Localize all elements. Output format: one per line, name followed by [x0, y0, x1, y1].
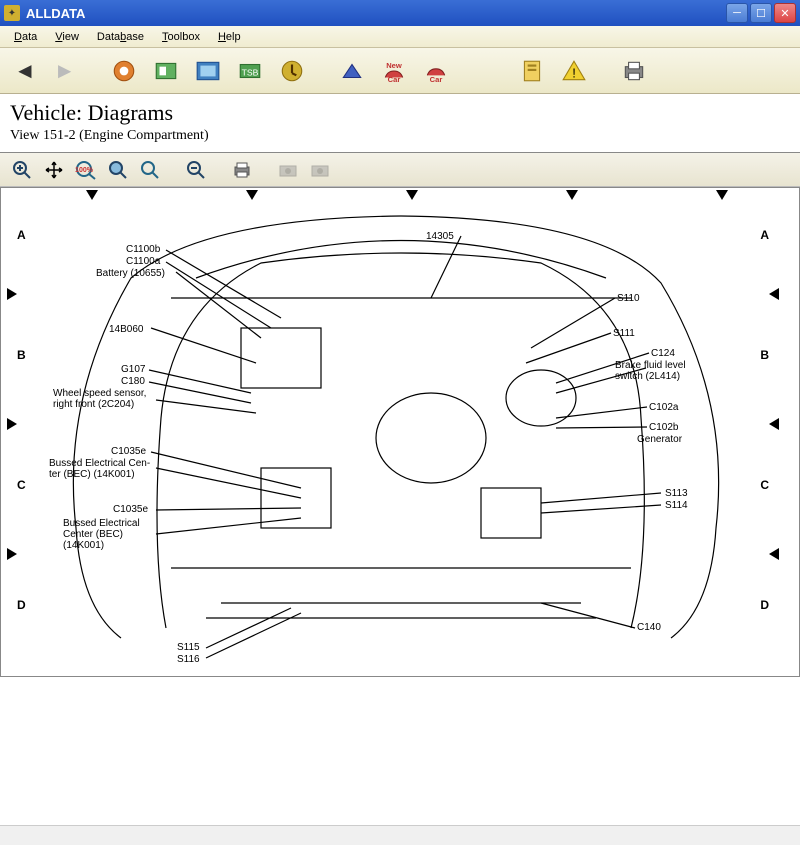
maximize-button[interactable]: ☐	[750, 3, 772, 23]
callout-battery: Battery (10655)	[96, 268, 165, 279]
callout-n14b060: 14B060	[109, 324, 143, 335]
engine-diagram-svg	[1, 188, 800, 677]
callout-c180: C180	[121, 376, 145, 387]
zoom-fit-button[interactable]: 100%	[72, 157, 100, 183]
callout-g107: G107	[121, 364, 145, 375]
svg-text:Car: Car	[387, 74, 400, 83]
close-button[interactable]: ✕	[774, 3, 796, 23]
callout-bec1: Bussed Electrical Cen-ter (BEC) (14K001)	[49, 458, 150, 480]
back-button[interactable]: ◄	[8, 58, 42, 84]
callout-c124: C124	[651, 348, 675, 359]
zoom-out-button[interactable]	[182, 157, 210, 183]
callout-gen: Generator	[637, 434, 682, 445]
svg-text:100%: 100%	[75, 167, 94, 174]
toolbar-icon-warning[interactable]: !	[556, 53, 592, 89]
toolbar-icon-notes[interactable]	[514, 53, 550, 89]
callout-bec2: Bussed ElectricalCenter (BEC)(14K001)	[63, 518, 140, 551]
callout-c140: C140	[637, 622, 661, 633]
svg-text:TSB: TSB	[241, 67, 258, 77]
svg-text:Car: Car	[429, 74, 442, 83]
callout-c1100a: C1100a	[126, 256, 160, 267]
app-icon: ✦	[4, 5, 20, 21]
svg-text:!: !	[572, 65, 576, 80]
print-button[interactable]	[616, 53, 652, 89]
menubar: Data View Database Toolbox Help	[0, 26, 800, 48]
toolbar-icon-1[interactable]	[106, 53, 142, 89]
callout-wsp: Wheel speed sensor,right front (2C204)	[53, 388, 146, 410]
callout-s114: S114	[665, 500, 688, 511]
toolbar-icon-3[interactable]	[190, 53, 226, 89]
row-c-right: C	[760, 478, 769, 492]
row-d-right: D	[760, 598, 769, 612]
diagram-pane[interactable]: A B C D A B C D C1100bC1100aBattery (106…	[0, 187, 800, 677]
zoom-region-button[interactable]	[104, 157, 132, 183]
zoom-tool-button[interactable]	[136, 157, 164, 183]
callout-s110: S110	[617, 293, 640, 304]
row-a-right: A	[760, 228, 769, 242]
minimize-button[interactable]: ─	[726, 3, 748, 23]
statusbar	[0, 825, 800, 845]
callout-c1035e: C1035e	[111, 446, 146, 457]
callout-s115: S115	[177, 642, 200, 653]
main-toolbar: ◄ ► TSB New Car Car !	[0, 48, 800, 94]
callout-c1035e2: C1035e	[113, 504, 148, 515]
toolbar-icon-4[interactable]: TSB	[232, 53, 268, 89]
menu-data[interactable]: Data	[6, 29, 45, 45]
callout-c1100b: C1100b	[126, 244, 160, 255]
print-diagram-button[interactable]	[228, 157, 256, 183]
callout-s116: S116	[177, 654, 200, 665]
callout-s113: S113	[665, 488, 688, 499]
titlebar: ✦ ALLDATA ─ ☐ ✕	[0, 0, 800, 26]
row-c-left: C	[17, 478, 26, 492]
car-button[interactable]: Car	[418, 53, 454, 89]
zoom-in-button[interactable]	[8, 157, 36, 183]
menu-help[interactable]: Help	[210, 29, 249, 45]
page-subtitle: View 151-2 (Engine Compartment)	[10, 128, 790, 144]
content-header: Vehicle: Diagrams View 151-2 (Engine Com…	[0, 94, 800, 153]
row-a-left: A	[17, 228, 26, 242]
menu-view[interactable]: View	[47, 29, 87, 45]
forward-button[interactable]: ►	[48, 58, 82, 84]
menu-database[interactable]: Database	[89, 29, 152, 45]
page-title: Vehicle: Diagrams	[10, 100, 790, 126]
callout-n14305: 14305	[426, 231, 454, 242]
row-b-right: B	[760, 348, 769, 362]
toolbar-icon-6[interactable]	[334, 53, 370, 89]
callout-s111: S111	[613, 328, 635, 339]
row-b-left: B	[17, 348, 26, 362]
viewer-toolbar: 100%	[0, 153, 800, 187]
callout-c102b: C102b	[649, 422, 678, 433]
callout-bfl: Brake fluid levelswitch (2L414)	[615, 360, 686, 382]
menu-toolbox[interactable]: Toolbox	[154, 29, 208, 45]
camera-button-1	[274, 157, 302, 183]
toolbar-icon-2[interactable]	[148, 53, 184, 89]
svg-text:New: New	[386, 60, 402, 69]
camera-button-2	[306, 157, 334, 183]
pan-button[interactable]	[40, 157, 68, 183]
toolbar-icon-5[interactable]	[274, 53, 310, 89]
new-car-button[interactable]: New Car	[376, 53, 412, 89]
app-title: ALLDATA	[26, 6, 85, 21]
row-d-left: D	[17, 598, 26, 612]
callout-c102a: C102a	[649, 402, 678, 413]
